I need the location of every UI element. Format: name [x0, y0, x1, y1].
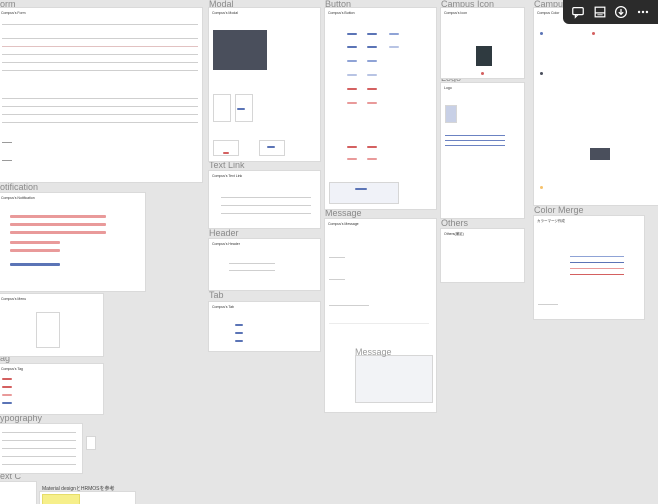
typography-side-card [86, 436, 96, 450]
more-icon[interactable] [634, 3, 652, 21]
board-text-link-title: Compus's Text Link [212, 174, 243, 178]
board-header-title: Compus's Header [212, 242, 240, 246]
board-message[interactable]: Compus's Message [325, 219, 436, 412]
board-campus-colors[interactable]: Compus Color [534, 8, 658, 205]
message-overlay-label: Message [355, 347, 392, 357]
board-others-title: Others(補足) [444, 232, 464, 236]
board-form-title: Compus's Form [1, 11, 26, 15]
section-label-tab: Tab [209, 290, 224, 300]
board-menu[interactable]: Compus's Menu [0, 294, 103, 356]
board-material-design[interactable] [40, 492, 135, 504]
section-label-text-link: Text Link [209, 160, 245, 170]
viewer-toolbar [563, 0, 658, 24]
section-label-message: Message [325, 208, 362, 218]
board-button[interactable]: Compus's Button [325, 8, 436, 209]
board-text-c[interactable] [0, 482, 36, 504]
material-design-note: Material designとHRMOSを参考 [42, 486, 115, 492]
section-label-others: Others [441, 218, 469, 228]
modal-preview-dark [213, 30, 267, 70]
message-preview [355, 355, 433, 403]
board-notification[interactable]: Compus's Notification [0, 193, 145, 291]
board-menu-title: Compus's Menu [1, 297, 27, 301]
avatar-preview [476, 46, 492, 66]
board-modal-title: Compus's Modal [212, 11, 238, 15]
board-campus-icon[interactable]: Compus's Icon [441, 8, 524, 78]
board-tab[interactable]: Compus's Tab [209, 302, 320, 351]
board-button-title: Compus's Button [328, 11, 355, 15]
section-label-color-merge: Color Merge [534, 205, 584, 215]
board-campus-colors-title: Compus Color [537, 11, 560, 15]
section-label-notification: otification [0, 182, 39, 192]
yellow-note [42, 494, 80, 504]
board-color-merge[interactable]: カラーマージ作成 [534, 216, 644, 319]
board-logo-title: Logo [444, 86, 452, 90]
design-canvas[interactable]: orm Modal Button Campus Icon Campu Logo … [0, 0, 658, 504]
download-icon[interactable] [612, 3, 630, 21]
section-label-header: Header [209, 228, 239, 238]
board-message-title: Compus's Message [328, 222, 359, 226]
board-notification-title: Compus's Notification [1, 196, 35, 200]
board-form[interactable]: Compus's Form [0, 8, 202, 182]
board-tag-title: Compus's Tag [1, 367, 24, 371]
board-modal[interactable]: Compus's Modal [209, 8, 320, 161]
board-tag[interactable]: Compus's Tag [0, 364, 103, 414]
board-text-link[interactable]: Compus's Text Link [209, 171, 320, 228]
comment-icon[interactable] [569, 3, 587, 21]
board-logo[interactable]: Logo [441, 83, 524, 218]
inspect-icon[interactable] [591, 3, 609, 21]
board-others[interactable]: Others(補足) [441, 229, 524, 282]
board-header[interactable]: Compus's Header [209, 239, 320, 290]
board-typography[interactable] [0, 424, 82, 473]
board-tab-title: Compus's Tab [212, 305, 235, 309]
board-campus-icon-title: Compus's Icon [444, 11, 468, 15]
section-label-typography: ypography [0, 413, 43, 423]
board-color-merge-title: カラーマージ作成 [537, 219, 565, 223]
